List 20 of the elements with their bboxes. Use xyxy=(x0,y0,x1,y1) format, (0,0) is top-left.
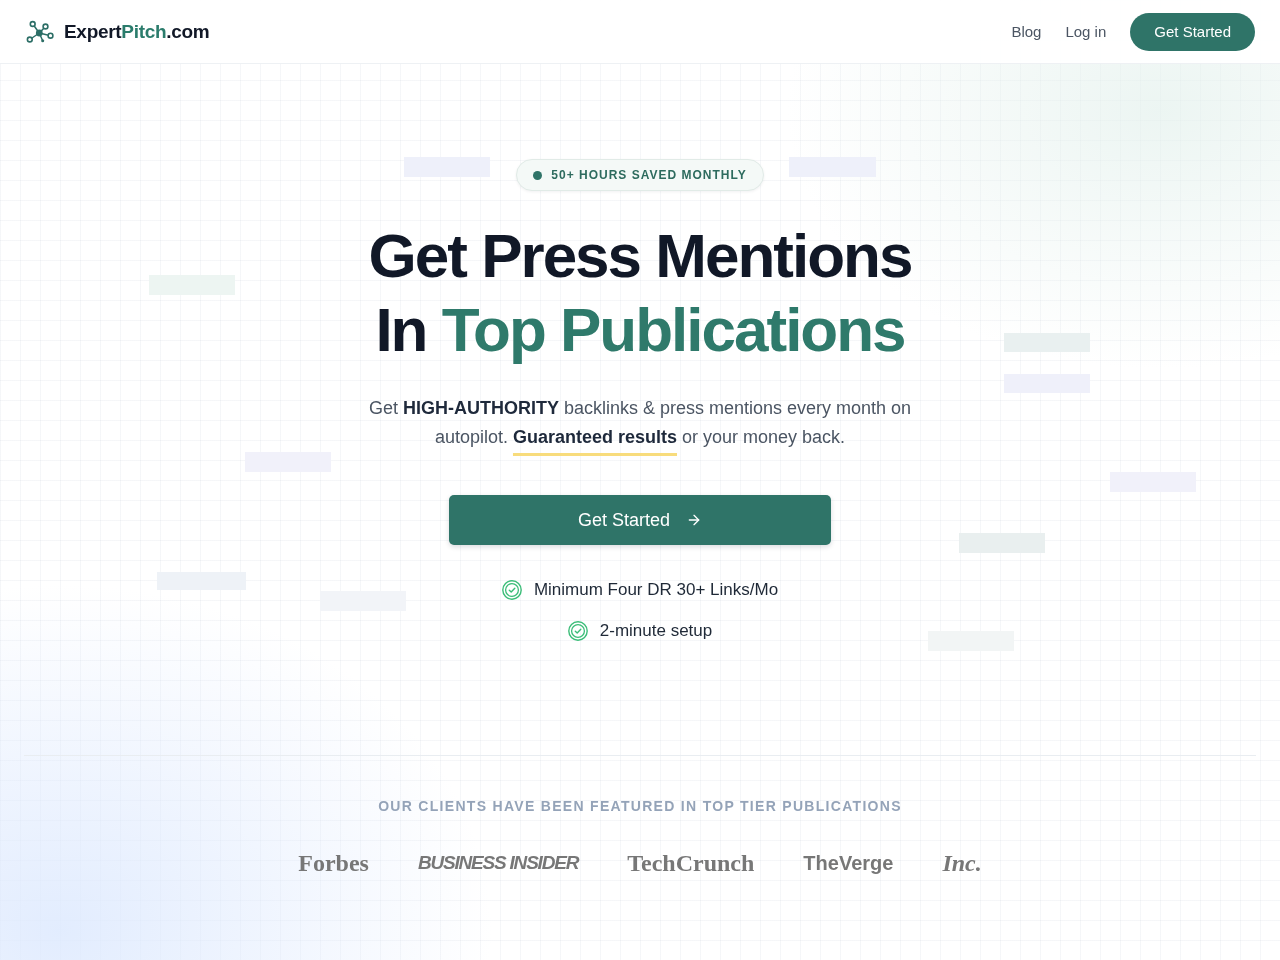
publication-logo: TheVerge xyxy=(803,851,894,876)
feature-text: 2-minute setup xyxy=(599,621,713,641)
publication-logo: BUSINESS INSIDER xyxy=(417,851,579,875)
publication-logo: Inc. xyxy=(942,849,982,878)
publication-logo: Forbes xyxy=(298,849,369,878)
promo-text: 50+ HOURS SAVED MONTHLY xyxy=(551,168,747,182)
hero-headline: Get Press Mentions In Top Publications xyxy=(368,220,912,366)
status-dot-icon xyxy=(533,170,543,180)
logo-text: ExpertPitch.com xyxy=(64,20,210,43)
get-started-button[interactable]: Get Started xyxy=(449,495,831,545)
nav-link[interactable]: Log in xyxy=(1065,23,1107,40)
featured-in-label: OUR CLIENTS HAVE BEEN FEATURED IN TOP TIER PUBLICATIONS xyxy=(378,798,902,814)
get-started-button[interactable]: Get Started xyxy=(1130,12,1255,51)
check-circle-icon xyxy=(567,621,588,641)
hero-subtitle: Get HIGH-AUTHORITY backlinks & press mentions every month on autopilot. Guaranteed results or your money back. xyxy=(367,397,913,449)
publication-logo: TechCrunch xyxy=(627,849,755,878)
molecule-logo-icon xyxy=(26,19,54,44)
check-circle-icon xyxy=(501,580,522,600)
feature-text: Minimum Four DR 30+ Links/Mo xyxy=(533,580,779,600)
nav-link[interactable]: Blog xyxy=(1011,23,1042,40)
